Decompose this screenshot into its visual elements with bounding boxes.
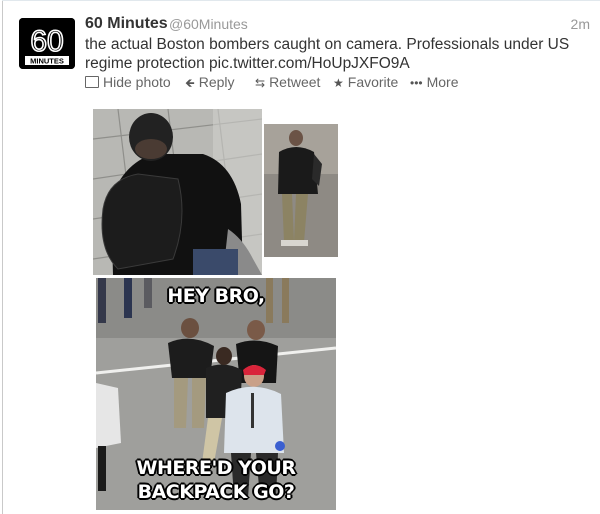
avatar-number: 60	[30, 25, 63, 58]
timestamp[interactable]: 2m	[571, 16, 590, 32]
left-border	[2, 0, 3, 514]
display-name[interactable]: 60 Minutes	[85, 15, 168, 33]
retweet-label: Retweet	[269, 74, 321, 90]
username[interactable]: @60Minutes	[169, 16, 248, 32]
meme-bottom-line1: WHERE'D YOUR	[136, 457, 296, 479]
reply-label: Reply	[198, 74, 235, 90]
more-button[interactable]: ••• More	[410, 74, 459, 90]
photo-man-standing[interactable]	[264, 124, 338, 257]
top-border	[2, 0, 600, 1]
photo-icon	[85, 76, 99, 88]
avatar[interactable]: 60 MINUTES	[19, 18, 75, 69]
avatar-label: MINUTES	[30, 57, 64, 66]
hide-photo-label: Hide photo	[103, 74, 171, 90]
dots-icon: •••	[410, 76, 423, 90]
tweet-text: the actual Boston bombers caught on came…	[85, 36, 570, 72]
retweet-icon: ⇆	[255, 76, 266, 90]
reply-arrow-icon: 🡸	[185, 76, 195, 90]
more-label: More	[426, 74, 459, 90]
meme-bottom-line2: BACKPACK GO?	[137, 481, 295, 503]
reply-button[interactable]: 🡸 Reply	[185, 74, 235, 95]
hide-photo-button[interactable]: Hide photo	[85, 74, 171, 90]
star-icon: ★	[333, 76, 344, 90]
photo-backpack-man[interactable]	[93, 109, 262, 275]
favorite-button[interactable]: ★ Favorite	[333, 74, 398, 90]
favorite-label: Favorite	[347, 74, 399, 90]
photo-meme[interactable]: HEY BRO, WHERE'D YOUR BACKPACK GO?	[96, 278, 336, 510]
meme-bottom-text: WHERE'D YOUR BACKPACK GO?	[96, 456, 336, 504]
meme-top-text: HEY BRO,	[167, 285, 265, 307]
tweet-header: 60 Minutes @60Minutes 2m	[85, 15, 590, 35]
retweet-button[interactable]: ⇆ Retweet	[255, 74, 320, 90]
